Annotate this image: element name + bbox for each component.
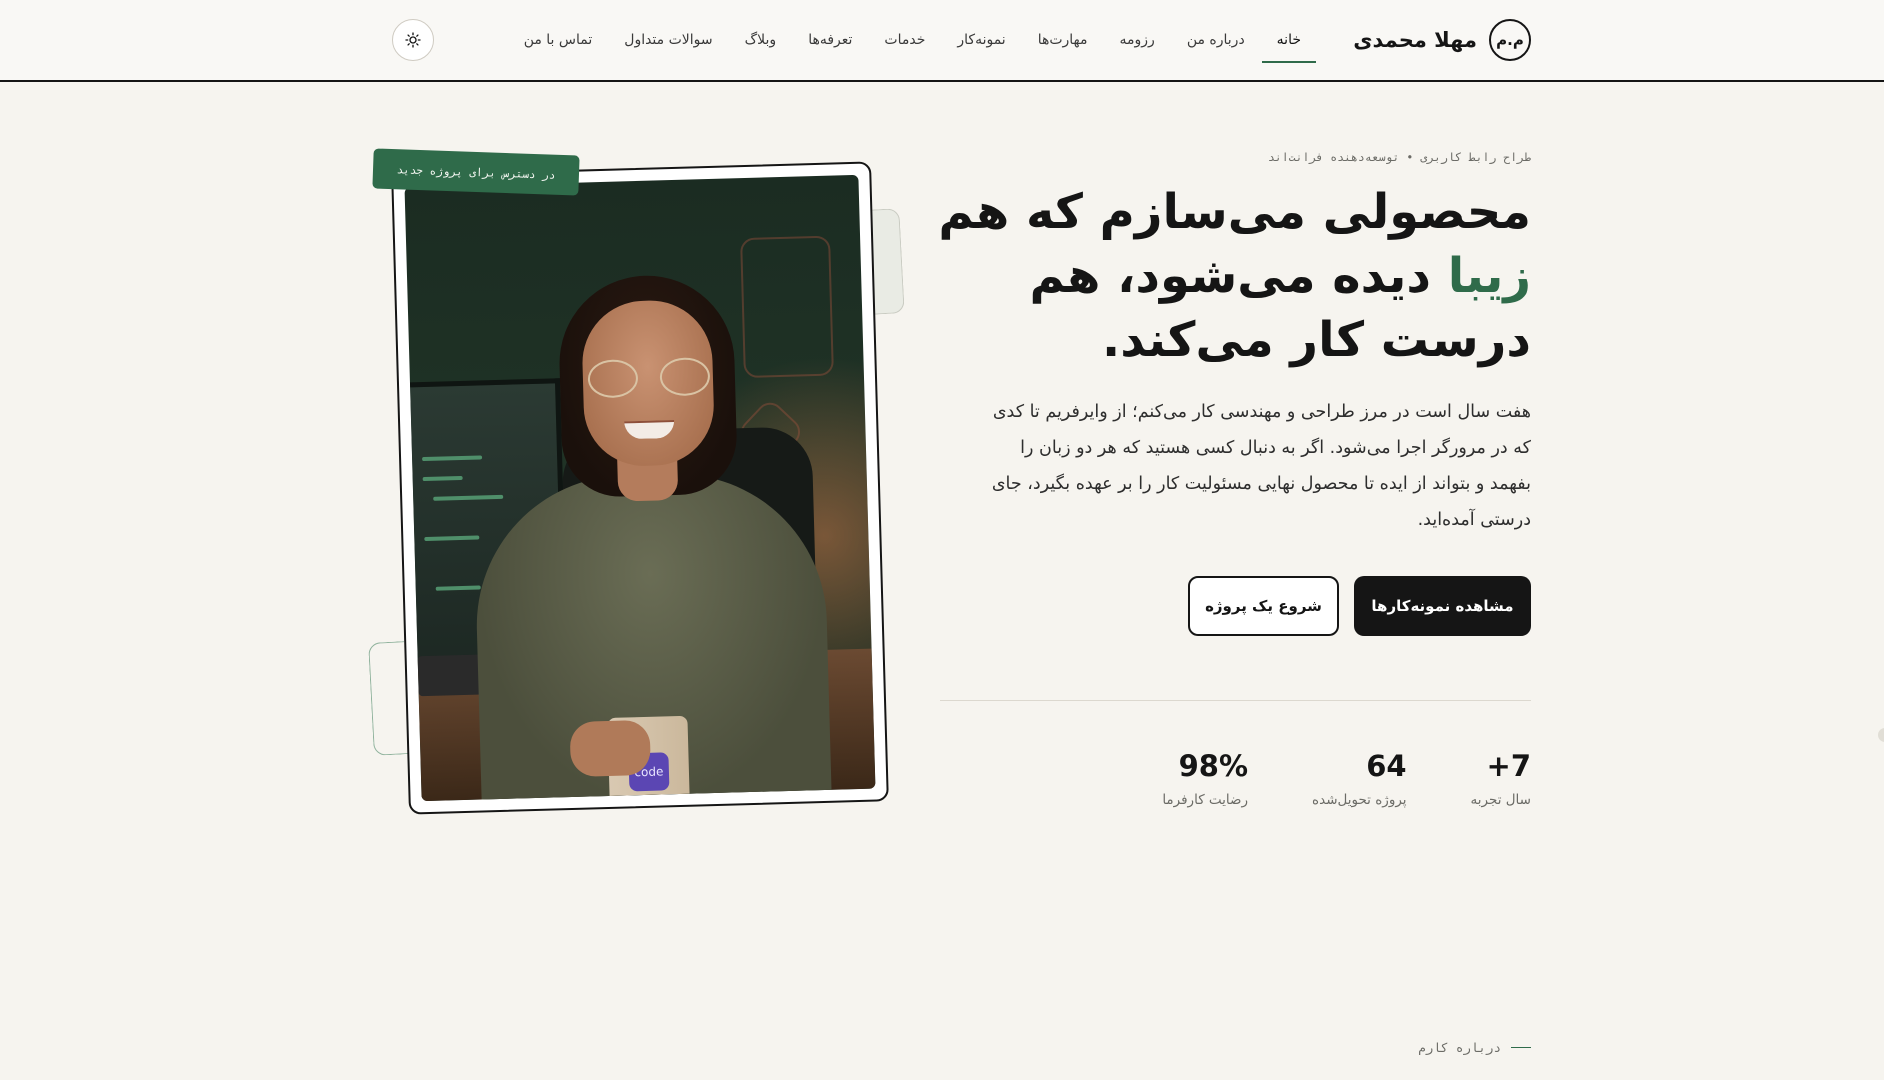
wall-pattern: [740, 235, 834, 379]
hand: [569, 719, 652, 778]
stat-projects: 64 پروژه تحویل‌شده: [1312, 744, 1407, 808]
about-section-eyebrow: درباره کارم: [1418, 1040, 1531, 1055]
hero-headline: محصولی می‌سازم که هم زیبا دیده می‌شود، ه…: [931, 180, 1531, 372]
hero-lead: هفت سال است در مرز طراحی و مهندسی کار می…: [991, 402, 1531, 530]
portrait-photo: code: [404, 174, 876, 802]
nav-item-blog[interactable]: وبلاگ: [744, 0, 778, 80]
nav-item-home[interactable]: خانه: [1261, 0, 1317, 80]
availability-badge: در دسترس برای پروژه جدید: [372, 148, 580, 196]
code-line: [424, 535, 480, 542]
glasses-lens: [659, 357, 711, 397]
stat-satisfaction: 98% رضایت کارفرما: [1162, 744, 1248, 808]
nav-item-services[interactable]: خدمات: [883, 0, 926, 80]
code-line: [433, 494, 504, 501]
start-project-button[interactable]: شروع یک پروژه: [1188, 576, 1339, 636]
nav-item-portfolio[interactable]: نمونه‌کار: [956, 0, 1006, 80]
nav-item-faq[interactable]: سوالات متداول: [623, 0, 713, 80]
stat-label: سال تجربه: [1470, 792, 1531, 808]
stat-label: رضایت کارفرما: [1162, 792, 1249, 808]
code-line: [422, 475, 463, 482]
stats-row: +7 سال تجربه 64 پروژه تحویل‌شده 98% رضای…: [1162, 744, 1531, 808]
nav-item-resume[interactable]: رزومه: [1119, 0, 1156, 80]
scroll-indicator: [1878, 728, 1884, 742]
glasses-lens: [587, 359, 639, 399]
stat-value: 98%: [1178, 749, 1249, 783]
code-line: [422, 455, 483, 462]
theme-toggle-button[interactable]: [392, 19, 434, 61]
sun-icon: [405, 32, 421, 48]
headline-accent: زیبا: [1447, 248, 1531, 304]
nav-item-pricing[interactable]: تعرفه‌ها: [807, 0, 853, 80]
eyebrow-line: [1511, 1046, 1531, 1049]
headline-part-1: محصولی می‌سازم که هم: [938, 184, 1531, 240]
stat-value: +7: [1486, 749, 1531, 783]
stat-experience: +7 سال تجربه: [1471, 744, 1531, 808]
view-portfolio-button[interactable]: مشاهده نمونه‌کارها: [1354, 576, 1531, 636]
site-header: م.م مهلا محمدی خانه درباره من رزومه مهار…: [0, 0, 1884, 82]
about-section-label: درباره کارم: [1418, 1040, 1501, 1055]
decorative-tab: [368, 641, 410, 756]
nav-item-contact[interactable]: تماس با من: [523, 0, 594, 80]
glasses: [587, 357, 711, 400]
nav-item-about[interactable]: درباره من: [1186, 0, 1246, 80]
brand[interactable]: م.م مهلا محمدی: [1353, 18, 1531, 62]
brand-monogram: م.م: [1489, 19, 1531, 61]
stat-value: 64: [1366, 749, 1407, 783]
stat-label: پروژه تحویل‌شده: [1312, 792, 1407, 808]
code-line: [435, 585, 481, 591]
portrait-card: code: [391, 161, 889, 815]
main-nav: خانه درباره من رزومه مهارت‌ها نمونه‌کار …: [523, 0, 1317, 80]
nav-item-skills[interactable]: مهارت‌ها: [1037, 0, 1089, 80]
hero-eyebrow: طراح رابط کاربری • توسعه‌دهنده فرانت‌اند: [1267, 150, 1531, 164]
stats-divider: [940, 700, 1531, 701]
brand-name: مهلا محمدی: [1353, 28, 1477, 52]
